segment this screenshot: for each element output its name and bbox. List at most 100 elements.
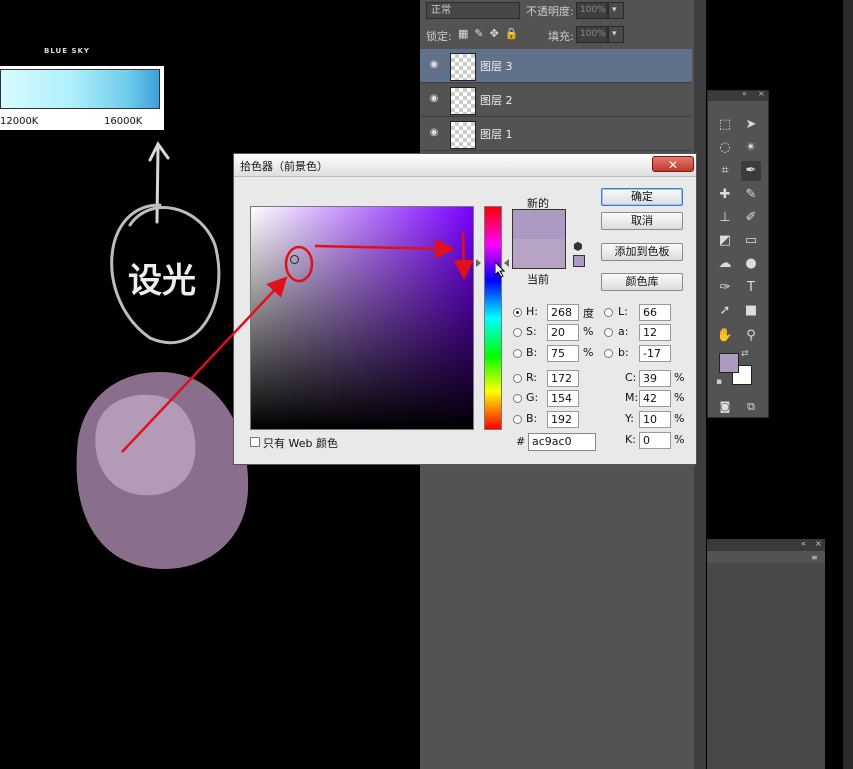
cyan-field[interactable]: 39	[639, 370, 671, 387]
fill-field[interactable]: 100%	[576, 26, 608, 43]
quick-mask-icon[interactable]: ◙	[715, 397, 735, 417]
layer-row[interactable]: ◉ 图层 3	[420, 49, 692, 83]
stamp-icon[interactable]: ⊥	[715, 208, 735, 228]
cancel-button[interactable]: 取消	[601, 212, 683, 230]
layer-thumbnail	[450, 121, 476, 149]
eraser-icon[interactable]: ◩	[715, 231, 735, 251]
lab-b-radio[interactable]	[604, 349, 613, 358]
pen-icon[interactable]: ✑	[715, 278, 735, 298]
layer-row[interactable]: ◉ 图层 2	[420, 83, 692, 117]
default-colors-icon[interactable]: ▪	[716, 377, 722, 387]
hue-slider[interactable]	[484, 206, 502, 430]
hue-radio[interactable]	[513, 308, 522, 317]
blur-icon[interactable]: ☁	[715, 254, 735, 274]
magic-wand-icon[interactable]: ✴	[741, 138, 761, 158]
lab-l-radio[interactable]	[604, 308, 613, 317]
blue-field[interactable]: 192	[547, 411, 579, 428]
tools-panel-header[interactable]: « ×	[708, 89, 768, 101]
gradient-icon[interactable]: ▭	[741, 231, 761, 251]
eye-icon[interactable]: ◉	[428, 59, 440, 71]
history-brush-icon[interactable]: ✐	[741, 208, 761, 228]
saturation-radio[interactable]	[513, 328, 522, 337]
secondary-panel: « × ≡	[707, 539, 825, 769]
layer-name: 图层 1	[480, 128, 513, 141]
lab-l-label: L:	[618, 305, 628, 318]
hex-field[interactable]: ac9ac0	[528, 433, 596, 451]
type-icon[interactable]: T	[741, 278, 761, 298]
green-field[interactable]: 154	[547, 390, 579, 407]
path-select-icon[interactable]: ➚	[715, 301, 735, 321]
color-libraries-button[interactable]: 颜色库	[601, 273, 683, 291]
black-field[interactable]: 0	[639, 432, 671, 449]
saturation-field[interactable]: 20	[547, 324, 579, 341]
zoom-icon[interactable]: ⚲	[741, 326, 761, 346]
blue-radio[interactable]	[513, 415, 522, 424]
color-picker-cursor[interactable]	[290, 255, 299, 264]
add-to-swatches-button[interactable]: 添加到色板	[601, 243, 683, 261]
ok-button[interactable]: 确定	[601, 188, 683, 206]
marquee-icon[interactable]: ⬚	[715, 115, 735, 135]
saturation-brightness-field[interactable]	[250, 206, 474, 430]
brightness-label: B:	[526, 346, 538, 359]
move-icon[interactable]: ➤	[741, 115, 761, 135]
red-label: R:	[526, 371, 538, 384]
percent-unit: %	[674, 433, 685, 446]
right-dock-strip	[843, 0, 853, 769]
web-colors-only-checkbox[interactable]	[250, 437, 260, 447]
black-label: K:	[625, 433, 636, 446]
hex-label: #	[516, 435, 526, 448]
dialog-titlebar[interactable]: 拾色器（前景色） ✕	[234, 154, 696, 177]
fill-dropdown-icon[interactable]: ▾	[608, 26, 624, 43]
brightness-radio[interactable]	[513, 349, 522, 358]
blend-mode-select[interactable]: 正常	[426, 2, 520, 19]
blue-label: B:	[526, 412, 538, 425]
cyan-label: C:	[625, 371, 637, 384]
green-radio[interactable]	[513, 394, 522, 403]
brightness-field[interactable]: 75	[547, 345, 579, 362]
purple-blob-inner	[95, 394, 196, 496]
eye-icon[interactable]: ◉	[428, 127, 440, 139]
magenta-field[interactable]: 42	[639, 390, 671, 407]
eyedropper-icon[interactable]: ✒	[741, 161, 761, 181]
out-of-gamut-cube-icon[interactable]: ⬢	[573, 240, 583, 253]
shape-icon[interactable]: ■	[741, 301, 761, 321]
lab-b-field[interactable]: -17	[639, 345, 671, 362]
screen-mode-icon[interactable]: ⧉	[741, 397, 761, 417]
opacity-dropdown-icon[interactable]: ▾	[608, 2, 624, 19]
web-colors-only-label: 只有 Web 颜色	[263, 437, 338, 450]
healing-icon[interactable]: ✚	[715, 185, 735, 205]
lock-icons[interactable]: ▦✎✥🔒	[458, 27, 525, 40]
layer-row[interactable]: ◉ 图层 1	[420, 117, 692, 151]
lock-label: 锁定:	[426, 30, 452, 43]
collapse-icon[interactable]: «	[742, 89, 747, 98]
brush-icon[interactable]: ✎	[741, 185, 761, 205]
foreground-color-swatch[interactable]	[719, 353, 739, 373]
red-radio[interactable]	[513, 374, 522, 383]
dodge-icon[interactable]: ●	[741, 254, 761, 274]
close-icon[interactable]: ×	[758, 89, 765, 98]
lab-l-field[interactable]: 66	[639, 304, 671, 321]
close-icon[interactable]: ×	[815, 539, 822, 548]
secondary-panel-header[interactable]: « ×	[707, 539, 825, 551]
current-color-swatch[interactable]	[513, 239, 565, 268]
hue-slider-left-arrow-icon[interactable]	[476, 259, 481, 267]
mouse-cursor-icon	[495, 262, 505, 278]
crop-icon[interactable]: ⌗	[715, 161, 735, 181]
close-icon[interactable]: ✕	[652, 156, 694, 172]
lab-a-radio[interactable]	[604, 328, 613, 337]
fill-label: 填充:	[548, 30, 574, 43]
lasso-icon[interactable]: ◌	[715, 138, 735, 158]
hand-icon[interactable]: ✋	[715, 326, 735, 346]
lab-a-field[interactable]: 12	[639, 324, 671, 341]
swap-colors-icon[interactable]: ⇄	[741, 349, 749, 359]
hue-field[interactable]: 268	[547, 304, 579, 321]
eye-icon[interactable]: ◉	[428, 93, 440, 105]
handwriting-text: 设光	[128, 261, 196, 301]
websafe-swatch[interactable]	[573, 255, 585, 267]
collapse-icon[interactable]: «	[801, 539, 806, 548]
panel-menu-icon[interactable]: ≡	[811, 553, 818, 562]
red-field[interactable]: 172	[547, 370, 579, 387]
opacity-field[interactable]: 100%	[576, 2, 608, 19]
tools-panel: « × ⬚ ➤ ◌ ✴ ⌗ ✒ ✚ ✎ ⊥ ✐ ◩ ▭ ☁ ● ✑ T ➚ ■ …	[707, 89, 769, 418]
yellow-field[interactable]: 10	[639, 411, 671, 428]
